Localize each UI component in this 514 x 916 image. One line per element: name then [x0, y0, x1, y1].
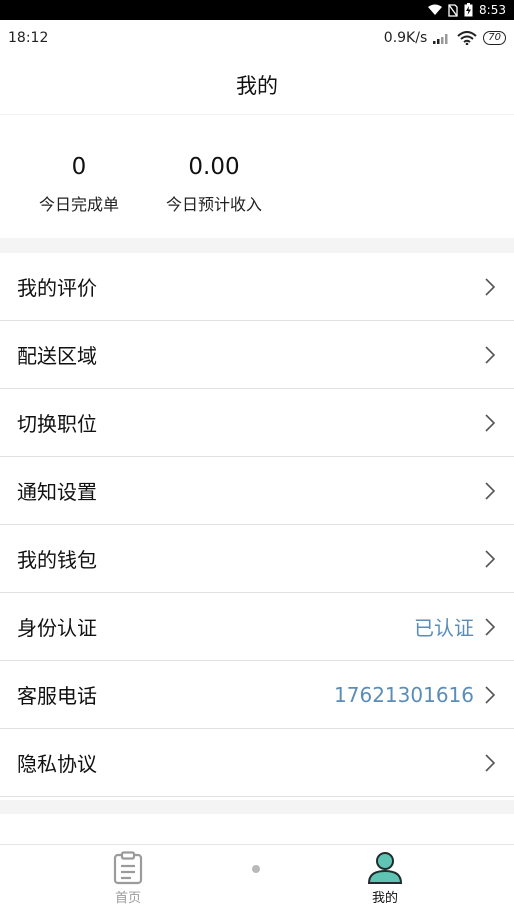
chevron-right-icon — [485, 481, 496, 500]
menu-item-customer-service-phone[interactable]: 客服电话 17621301616 — [0, 661, 514, 729]
tab-home-label: 首页 — [114, 891, 141, 906]
menu-item-label: 通知设置 — [17, 480, 97, 504]
chevron-right-icon — [485, 685, 496, 704]
stat-completed-orders: 0 今日完成单 — [29, 153, 129, 215]
status-time: 18:12 — [8, 30, 49, 46]
no-sim-icon — [448, 3, 458, 17]
menu-item-delivery-area[interactable]: 配送区域 — [0, 321, 514, 389]
battery-charging-icon — [464, 3, 473, 17]
stat-label: 今日完成单 — [38, 195, 119, 214]
page-header: 我的 — [0, 56, 514, 114]
menu-item-label: 我的钱包 — [17, 548, 97, 572]
section-divider — [0, 238, 514, 253]
menu-item-my-reviews[interactable]: 我的评价 — [0, 253, 514, 321]
wifi-icon — [457, 31, 477, 45]
menu-item-label: 客服电话 — [17, 684, 97, 708]
system-time: 8:53 — [479, 3, 506, 17]
menu-item-label: 隐私协议 — [17, 752, 97, 776]
status-bar: 18:12 0.9K/s 70 — [0, 20, 514, 56]
menu-item-privacy-policy[interactable]: 隐私协议 — [0, 729, 514, 797]
chevron-right-icon — [485, 277, 496, 296]
tab-home[interactable]: 首页 — [88, 851, 168, 906]
wifi-icon — [428, 4, 443, 15]
menu-item-label: 切换职位 — [17, 412, 97, 436]
section-divider — [0, 800, 514, 814]
stat-label: 今日预计收入 — [165, 195, 262, 214]
tab-mine[interactable]: 我的 — [345, 851, 425, 906]
person-icon — [367, 852, 403, 884]
stat-estimated-income: 0.00 今日预计收入 — [154, 153, 274, 215]
clipboard-icon — [113, 851, 143, 885]
chevron-right-icon — [485, 345, 496, 364]
system-bar: 8:53 — [0, 0, 514, 20]
tab-mine-label: 我的 — [371, 891, 398, 906]
net-speed: 0.9K/s — [383, 30, 428, 46]
menu-item-switch-role[interactable]: 切换职位 — [0, 389, 514, 457]
menu-item-identity-verification[interactable]: 身份认证 已认证 — [0, 593, 514, 661]
verification-status: 已认证 — [414, 616, 474, 640]
menu-item-notification-settings[interactable]: 通知设置 — [0, 457, 514, 525]
menu-item-my-wallet[interactable]: 我的钱包 — [0, 525, 514, 593]
service-phone-number: 17621301616 — [334, 682, 474, 707]
settings-menu: 我的评价 配送区域 切换职位 通知设置 我的钱包 身份认证 已认证 客服电话 1… — [0, 253, 514, 797]
signal-icon — [433, 34, 448, 44]
bottom-tab-bar: 首页 我的 — [0, 844, 514, 916]
stat-value: 0.00 — [188, 154, 240, 180]
stat-value: 0 — [71, 154, 87, 180]
chevron-right-icon — [485, 753, 496, 772]
page-title: 我的 — [236, 74, 278, 98]
menu-item-label: 配送区域 — [17, 344, 97, 368]
chevron-right-icon — [485, 549, 496, 568]
menu-item-label: 身份认证 — [17, 616, 97, 640]
chevron-right-icon — [485, 617, 496, 636]
chevron-right-icon — [485, 413, 496, 432]
indicator-dot — [252, 865, 260, 873]
today-stats: 0 今日完成单 0.00 今日预计收入 — [0, 114, 514, 239]
menu-item-label: 我的评价 — [17, 276, 97, 300]
battery-level: 70 — [483, 31, 506, 45]
